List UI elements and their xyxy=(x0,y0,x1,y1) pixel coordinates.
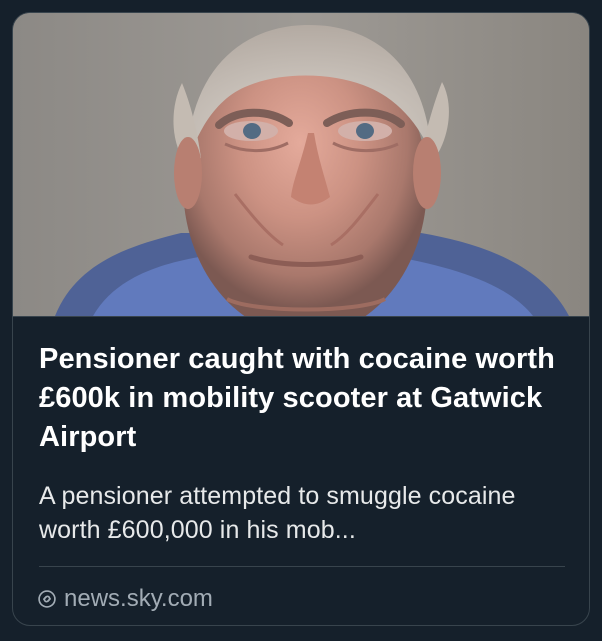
footer-divider xyxy=(39,566,565,567)
link-icon xyxy=(37,589,57,609)
source-link[interactable]: news.sky.com xyxy=(37,583,213,615)
link-preview-card[interactable]: Pensioner caught with cocaine worth £600… xyxy=(12,12,590,626)
source-domain[interactable]: news.sky.com xyxy=(64,583,213,615)
article-description: A pensioner attempted to smuggle cocaine… xyxy=(39,482,516,544)
card-divider xyxy=(13,316,589,317)
portrait-image xyxy=(13,13,589,316)
article-title[interactable]: Pensioner caught with cocaine worth £600… xyxy=(39,340,569,457)
article-thumbnail[interactable] xyxy=(13,13,589,316)
